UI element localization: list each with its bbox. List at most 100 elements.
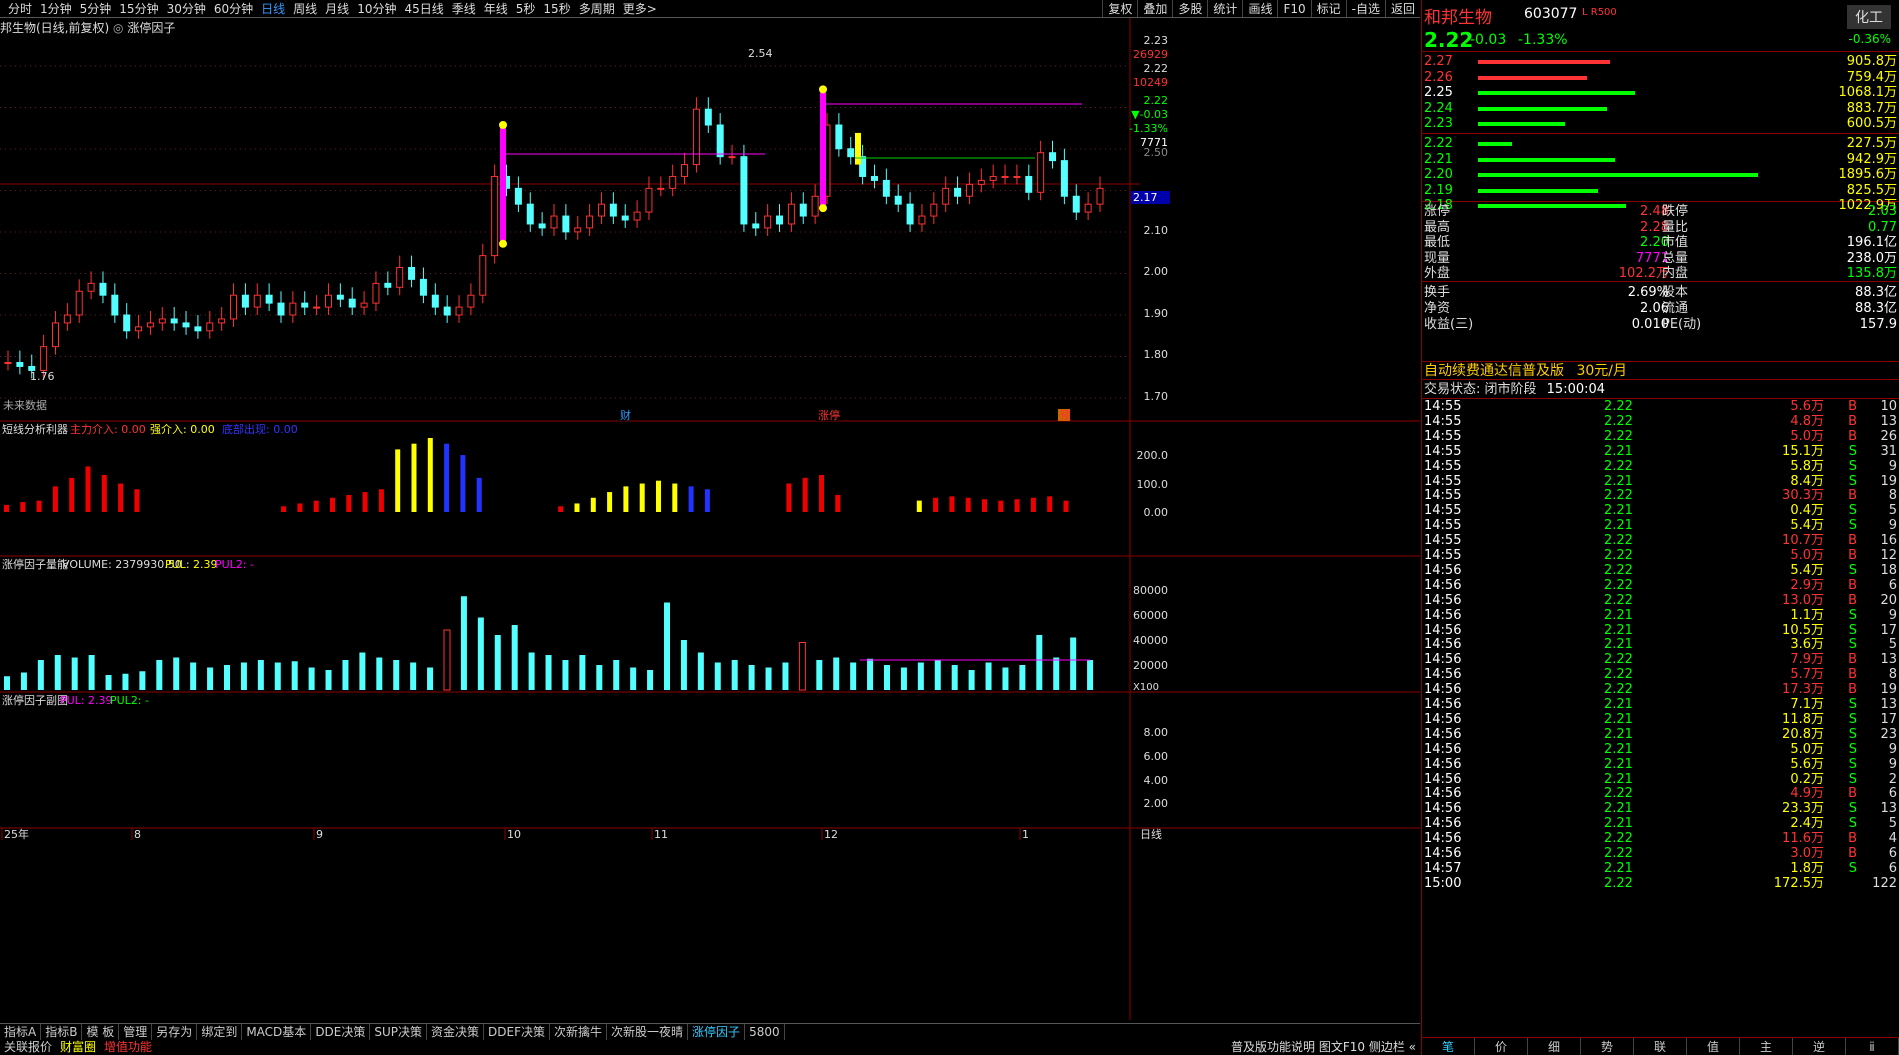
candle xyxy=(977,179,985,185)
quote-tab[interactable]: 主 xyxy=(1740,1038,1793,1055)
candle xyxy=(253,294,261,308)
bottom-tab[interactable]: SUP决策 xyxy=(370,1024,428,1040)
tick-time: 14:56 xyxy=(1424,816,1462,832)
tick-row: 14:55 2.21 0.4万 S 5 xyxy=(1422,503,1899,518)
promo-banner[interactable]: 自动续费通达信普及版 30元/月 xyxy=(1422,362,1899,380)
tick-row: 14:56 2.22 5.7万 B 8 xyxy=(1422,667,1899,682)
tick-time: 14:55 xyxy=(1424,488,1462,504)
tick-count: 6 xyxy=(1888,577,1897,593)
tick-count: 8 xyxy=(1888,488,1897,504)
price-info: 2.50 xyxy=(1144,146,1169,159)
volume-bar xyxy=(511,625,518,690)
volume-bar xyxy=(1036,635,1043,690)
tick-list[interactable]: 14:55 2.22 5.6万 B 10 14:55 2.22 4.8万 B 13 14:55 2.2… xyxy=(1422,399,1899,999)
event-tag[interactable]: 预 xyxy=(1060,409,1071,422)
quote-tab[interactable]: 细 xyxy=(1528,1038,1581,1055)
candle xyxy=(230,294,238,320)
ind2-pul: PUL: 2.39 xyxy=(165,558,218,571)
bottom-tab[interactable]: DDE决策 xyxy=(311,1024,371,1040)
bottom-tab[interactable]: MACD基本 xyxy=(242,1024,312,1040)
low-annot: 1.76 xyxy=(30,370,55,383)
bottom-tab[interactable]: 绑定到 xyxy=(197,1024,243,1040)
volume-bar xyxy=(376,657,383,690)
bottom-tab[interactable]: 5800 xyxy=(745,1024,785,1040)
chart-area[interactable]: 2.541.762.102.001.901.801.702.23269292.2… xyxy=(0,0,1420,1020)
quote-tab[interactable]: 值 xyxy=(1687,1038,1740,1055)
ind1-bar xyxy=(933,497,939,512)
candle xyxy=(740,156,748,225)
candle xyxy=(811,195,819,217)
bottom-tab[interactable]: 管理 xyxy=(119,1024,153,1040)
candle xyxy=(621,215,629,221)
tick-row: 14:55 2.22 4.8万 B 13 xyxy=(1422,414,1899,429)
bottom-tab[interactable]: DDEF决策 xyxy=(484,1024,551,1040)
bottom-tab[interactable]: 模 板 xyxy=(82,1024,120,1040)
tick-count: 10 xyxy=(1880,399,1897,414)
tick-side: B xyxy=(1848,533,1857,549)
candle xyxy=(657,187,665,190)
bottom-tab[interactable]: 次新擒牛 xyxy=(550,1024,608,1040)
quote-tab[interactable]: 势 xyxy=(1581,1038,1634,1055)
quote-tab[interactable]: 笔 xyxy=(1422,1038,1475,1055)
sector-name[interactable]: 化工 xyxy=(1847,5,1891,29)
tick-row: 14:55 2.22 5.8万 S 9 xyxy=(1422,459,1899,474)
quote-tab[interactable]: 价 xyxy=(1475,1038,1528,1055)
quote-header: 和邦生物 603077 L R500 2.22 -0.03 -1.33% 化工 … xyxy=(1422,0,1899,52)
tick-side: S xyxy=(1848,801,1857,817)
bottom-links[interactable]: 关联报价 财富圈 增值功能 普及版功能说明 图文F10 侧边栏 « xyxy=(0,1040,1420,1055)
candle xyxy=(752,223,760,229)
volume-bar xyxy=(985,662,992,690)
tick-side: B xyxy=(1848,399,1857,414)
quote-tab[interactable]: ⅱ xyxy=(1846,1038,1899,1055)
quote-tab[interactable]: 联 xyxy=(1634,1038,1687,1055)
tick-count: 122 xyxy=(1872,875,1897,891)
event-tag[interactable]: 财 xyxy=(620,408,631,422)
volume-bar xyxy=(816,660,823,690)
price-info: -1.33% xyxy=(1129,122,1168,135)
tick-price: 2.22 xyxy=(1604,413,1633,429)
tick-price: 2.21 xyxy=(1604,756,1633,772)
candle xyxy=(1096,187,1104,205)
bottom-tab[interactable]: 次新股一夜晴 xyxy=(607,1024,689,1040)
ind1-bar xyxy=(52,486,58,512)
tick-time: 14:56 xyxy=(1424,741,1462,757)
candle xyxy=(882,179,890,197)
ind1-bar xyxy=(1030,497,1036,512)
bottom-tab[interactable]: 指标A xyxy=(0,1024,42,1040)
candle xyxy=(63,314,71,324)
tick-volume: 3.6万 xyxy=(1790,637,1824,653)
candle xyxy=(479,255,487,296)
bottom-right-links[interactable]: 普及版功能说明 图文F10 侧边栏 « xyxy=(1227,1040,1420,1055)
bottom-tab[interactable]: 另存为 xyxy=(152,1024,198,1040)
ind1-tick: 100.0 xyxy=(1137,478,1169,491)
bottom-tab[interactable]: 指标B xyxy=(41,1024,83,1040)
book-bar xyxy=(1478,91,1635,95)
tick-side: S xyxy=(1848,607,1857,623)
price-tick: 1.80 xyxy=(1144,348,1169,361)
bottom-link[interactable]: 关联报价 xyxy=(0,1040,56,1055)
tick-row: 14:56 2.21 10.5万 S 17 xyxy=(1422,623,1899,638)
tick-count: 26 xyxy=(1880,428,1897,444)
ind1-bar xyxy=(36,500,42,512)
candle xyxy=(170,318,178,324)
candle xyxy=(99,282,107,296)
ind2-tick: 60000 xyxy=(1133,609,1168,622)
ind1-l2: 强介入: 0.00 xyxy=(150,423,215,436)
quote-tab[interactable]: 逆 xyxy=(1793,1038,1846,1055)
event-tag[interactable]: 涨停 xyxy=(818,408,840,422)
tick-count: 13 xyxy=(1880,652,1897,668)
current-price: 2.17 xyxy=(1133,191,1158,204)
bottom-link[interactable]: 财富圈 xyxy=(56,1040,100,1055)
tick-time: 14:55 xyxy=(1424,503,1462,519)
stock-flags: L R500 xyxy=(1582,7,1617,18)
bottom-link[interactable]: 增值功能 xyxy=(100,1040,156,1055)
tick-row: 14:55 2.22 30.3万 B 8 xyxy=(1422,488,1899,503)
ind2-name: 涨停因子量能 xyxy=(2,557,68,571)
bottom-tab[interactable]: 资金决策 xyxy=(427,1024,485,1040)
ind3-pul: PUL: 2.39 xyxy=(60,694,113,707)
bottom-tabs[interactable]: 指标A 指标B 模 板管理 另存为 绑定到 MACD基本 DDE决策 SUP决策 资金决策 DDE… xyxy=(0,1024,1420,1040)
tick-count: 17 xyxy=(1880,711,1897,727)
quote-panel-tabs[interactable]: 笔价细势联值主逆ⅱ xyxy=(1422,1037,1899,1055)
tick-side: S xyxy=(1848,622,1857,638)
bottom-tab[interactable]: 涨停因子 xyxy=(688,1024,746,1040)
